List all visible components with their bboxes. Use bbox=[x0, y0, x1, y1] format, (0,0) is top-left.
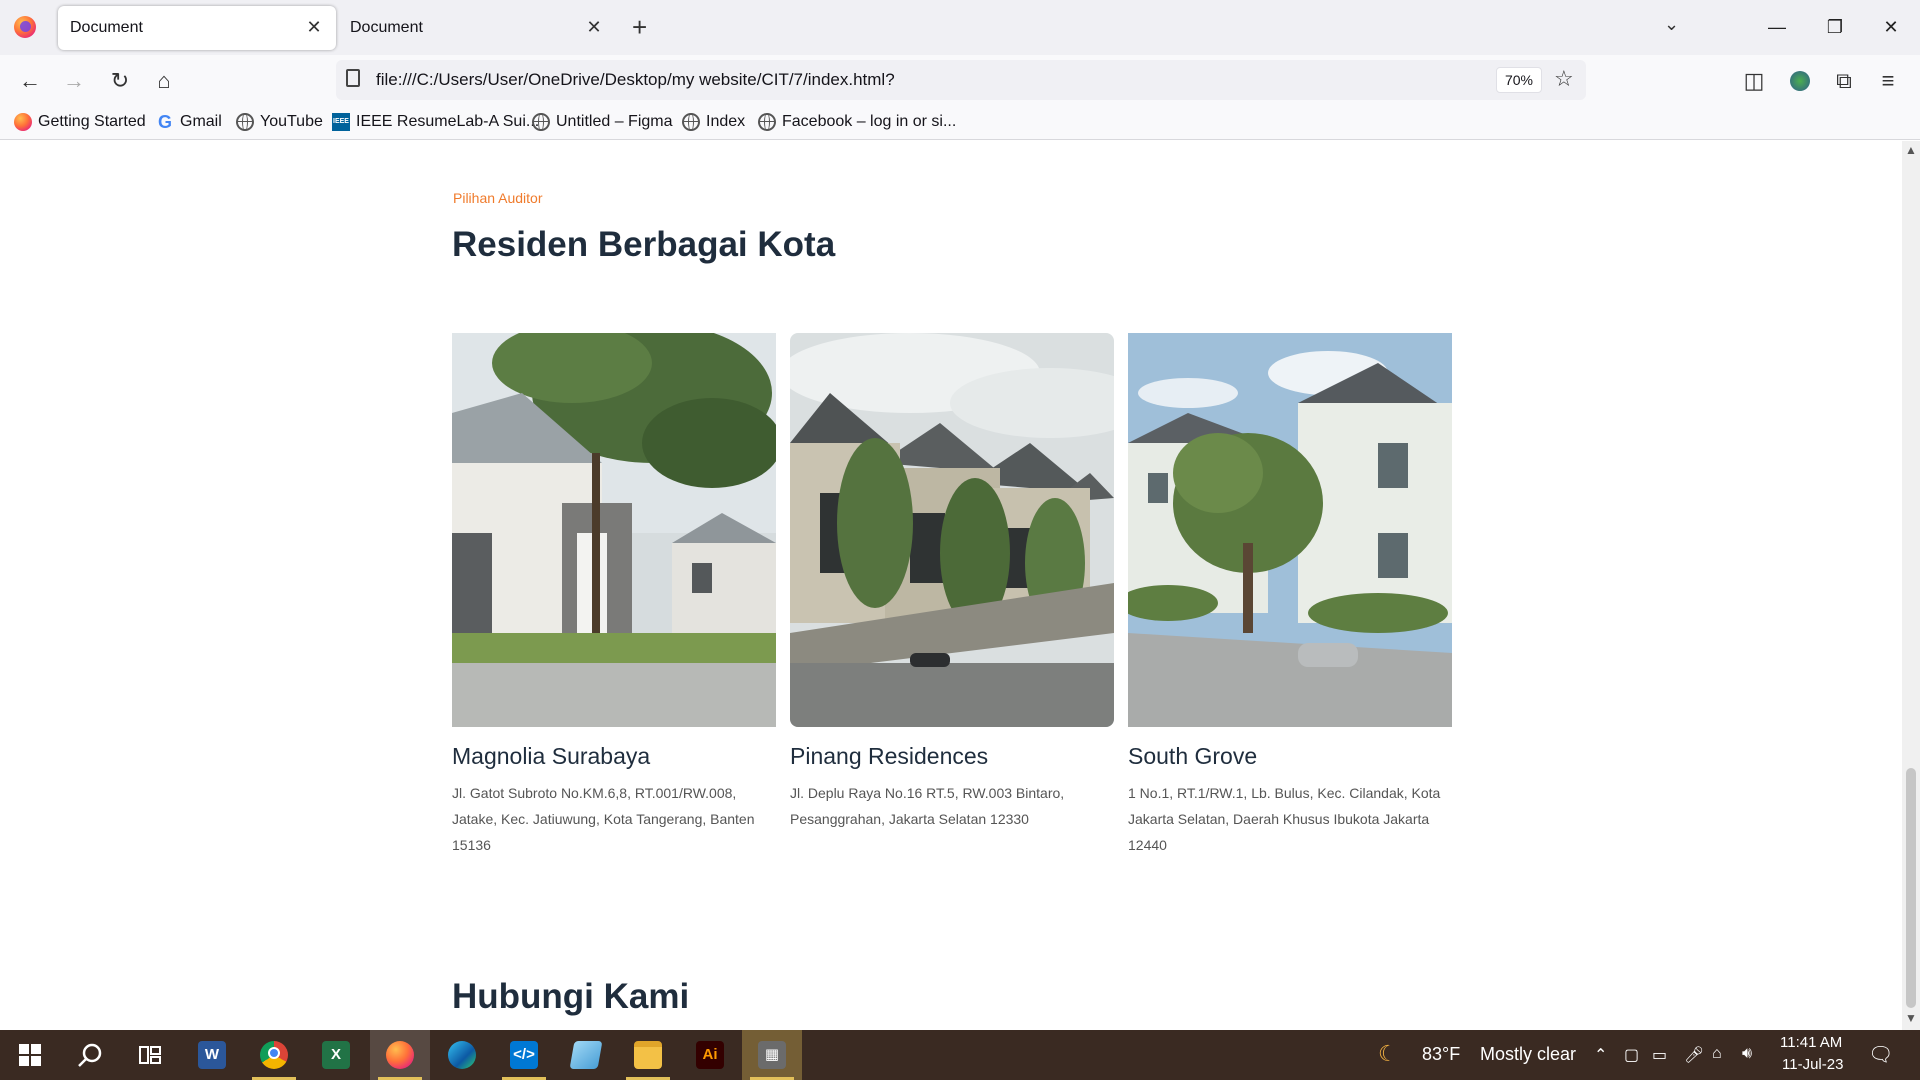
edge-icon[interactable] bbox=[432, 1030, 492, 1080]
section-kicker: Pilihan Auditor bbox=[453, 190, 543, 206]
tab-document[interactable]: Document ✕ bbox=[338, 6, 616, 50]
page-viewport: Pilihan Auditor Residen Berbagai Kota Ma… bbox=[0, 141, 1902, 1030]
residence-card[interactable]: Pinang Residences Jl. Deplu Raya No.16 R… bbox=[790, 333, 1114, 832]
home-icon[interactable]: ⌂ bbox=[150, 67, 178, 95]
excel-icon[interactable]: X bbox=[306, 1030, 366, 1080]
residence-photo bbox=[790, 333, 1114, 727]
close-window-icon[interactable]: ✕ bbox=[1868, 10, 1914, 44]
network-icon[interactable]: ⌂ bbox=[1712, 1045, 1722, 1063]
new-tab-icon[interactable]: + bbox=[632, 12, 647, 42]
bookmark-star-icon[interactable]: ☆ bbox=[1554, 66, 1574, 92]
minimize-icon[interactable]: — bbox=[1754, 10, 1800, 44]
word-icon[interactable]: W bbox=[182, 1030, 242, 1080]
firefox-menu-icon[interactable] bbox=[14, 16, 36, 38]
bookmark-figma[interactable]: Untitled – Figma bbox=[532, 113, 673, 131]
back-arrow-icon[interactable]: ← bbox=[16, 67, 44, 95]
weather-description[interactable]: Mostly clear bbox=[1480, 1044, 1576, 1065]
search-icon[interactable] bbox=[60, 1030, 120, 1080]
bookmark-label: IEEE ResumeLab-A Sui... bbox=[356, 113, 540, 130]
notification-icon[interactable]: 🗨︎ bbox=[1868, 1042, 1893, 1067]
address-bar[interactable]: file:///C:/Users/User/OneDrive/Desktop/m… bbox=[336, 60, 1586, 100]
weather-temperature[interactable]: 83°F bbox=[1422, 1044, 1460, 1065]
restore-icon[interactable]: ❐ bbox=[1812, 10, 1858, 44]
bookmark-facebook[interactable]: Facebook – log in or si... bbox=[758, 113, 956, 131]
tab-document-active[interactable]: Document ✕ bbox=[58, 6, 336, 50]
bookmark-label: Getting Started bbox=[38, 113, 146, 130]
ieee-icon: IEEE bbox=[332, 113, 350, 131]
illustrator-icon[interactable]: Ai bbox=[680, 1030, 740, 1080]
residence-card[interactable]: South Grove 1 No.1, RT.1/RW.1, Lb. Bulus… bbox=[1128, 333, 1452, 858]
scroll-down-icon[interactable]: ▼ bbox=[1905, 1011, 1917, 1025]
bookmark-getting-started[interactable]: Getting Started bbox=[14, 113, 146, 131]
scroll-thumb[interactable] bbox=[1906, 768, 1916, 1008]
residence-photo bbox=[1128, 333, 1452, 727]
zoom-level-badge[interactable]: 70% bbox=[1496, 67, 1542, 93]
start-icon[interactable] bbox=[0, 1030, 60, 1080]
bookmark-label: Gmail bbox=[180, 113, 222, 130]
vertical-scrollbar[interactable]: ▲ ▼ bbox=[1902, 141, 1920, 1030]
residence-title[interactable]: Pinang Residences bbox=[790, 743, 1114, 770]
residence-photo bbox=[452, 333, 776, 727]
scroll-up-icon[interactable]: ▲ bbox=[1905, 143, 1917, 157]
section-heading: Residen Berbagai Kota bbox=[452, 225, 836, 264]
extensions-icon[interactable]: ⧉ bbox=[1830, 67, 1858, 95]
residence-address: Jl. Gatot Subroto No.KM.6,8, RT.001/RW.0… bbox=[452, 785, 755, 853]
bookmark-label: YouTube bbox=[260, 113, 323, 130]
close-tab-icon[interactable]: ✕ bbox=[584, 17, 604, 37]
clock-date[interactable]: 11-Jul-23 bbox=[1782, 1056, 1843, 1073]
residence-address: 1 No.1, RT.1/RW.1, Lb. Bulus, Kec. Cilan… bbox=[1128, 785, 1441, 853]
chrome-icon[interactable] bbox=[244, 1030, 304, 1080]
forward-arrow-icon[interactable]: → bbox=[60, 67, 88, 95]
file-explorer-icon[interactable] bbox=[618, 1030, 678, 1080]
bookmark-index[interactable]: Index bbox=[682, 113, 745, 131]
bookmark-label: Facebook – log in or si... bbox=[782, 113, 957, 130]
pocket-icon[interactable]: ◫ bbox=[1740, 67, 1768, 95]
microphone-icon[interactable]: 🎤︎ bbox=[1684, 1045, 1704, 1065]
hamburger-menu-icon[interactable]: ≡ bbox=[1874, 67, 1902, 95]
residence-title[interactable]: South Grove bbox=[1128, 743, 1452, 770]
residence-title[interactable]: Magnolia Surabaya bbox=[452, 743, 776, 770]
url-text[interactable]: file:///C:/Users/User/OneDrive/Desktop/m… bbox=[376, 70, 895, 90]
volume-icon[interactable]: 🔊︎ bbox=[1742, 1045, 1752, 1063]
windows-taskbar: W X </> Ai ▦ ☾ 83°F Mostly clear ⌃ ▢ ▭ 🎤… bbox=[0, 1030, 1920, 1080]
globe-icon bbox=[682, 113, 700, 131]
task-view-icon[interactable] bbox=[120, 1030, 180, 1080]
page-icon bbox=[346, 69, 360, 87]
globe-icon bbox=[758, 113, 776, 131]
chevron-up-icon[interactable]: ⌃ bbox=[1594, 1045, 1607, 1065]
bookmark-label: Index bbox=[706, 113, 746, 130]
firefox-icon[interactable] bbox=[370, 1030, 430, 1080]
firefox-icon bbox=[14, 113, 32, 131]
google-icon: G bbox=[157, 112, 172, 132]
navigation-bar: ← → ↻ ⌂ file:///C:/Users/User/OneDrive/D… bbox=[0, 55, 1920, 107]
calculator-icon[interactable]: ▦ bbox=[742, 1030, 802, 1080]
residence-card[interactable]: Magnolia Surabaya Jl. Gatot Subroto No.K… bbox=[452, 333, 776, 858]
clock-time[interactable]: 11:41 AM bbox=[1780, 1034, 1842, 1051]
tab-title: Document bbox=[70, 19, 143, 36]
tab-bar: Document ✕ Document ✕ + ⌄ — ❐ ✕ bbox=[0, 0, 1920, 55]
vscode-icon[interactable]: </> bbox=[494, 1030, 554, 1080]
globe-icon bbox=[532, 113, 550, 131]
residence-address: Jl. Deplu Raya No.16 RT.5, RW.003 Bintar… bbox=[790, 785, 1065, 827]
bookmark-youtube[interactable]: YouTube bbox=[236, 113, 323, 131]
notepad-icon[interactable] bbox=[556, 1030, 616, 1080]
meet-now-icon[interactable]: ▢ bbox=[1624, 1045, 1639, 1065]
globe-icon bbox=[236, 113, 254, 131]
weather-moon-icon[interactable]: ☾ bbox=[1378, 1041, 1398, 1067]
contact-heading: Hubungi Kami bbox=[452, 977, 690, 1016]
tab-title: Document bbox=[350, 19, 423, 36]
bookmark-label: Untitled – Figma bbox=[556, 113, 673, 130]
close-tab-icon[interactable]: ✕ bbox=[304, 17, 324, 37]
bookmark-gmail[interactable]: G Gmail bbox=[156, 113, 222, 131]
bookmark-ieee[interactable]: IEEE IEEE ResumeLab-A Sui... bbox=[332, 113, 539, 131]
battery-icon[interactable]: ▭ bbox=[1652, 1045, 1667, 1065]
reload-icon[interactable]: ↻ bbox=[106, 67, 134, 95]
chevron-down-icon[interactable]: ⌄ bbox=[1664, 14, 1679, 35]
account-avatar-icon[interactable] bbox=[1786, 67, 1814, 95]
bookmarks-toolbar: Getting Started G Gmail YouTube IEEE IEE… bbox=[0, 107, 1920, 140]
